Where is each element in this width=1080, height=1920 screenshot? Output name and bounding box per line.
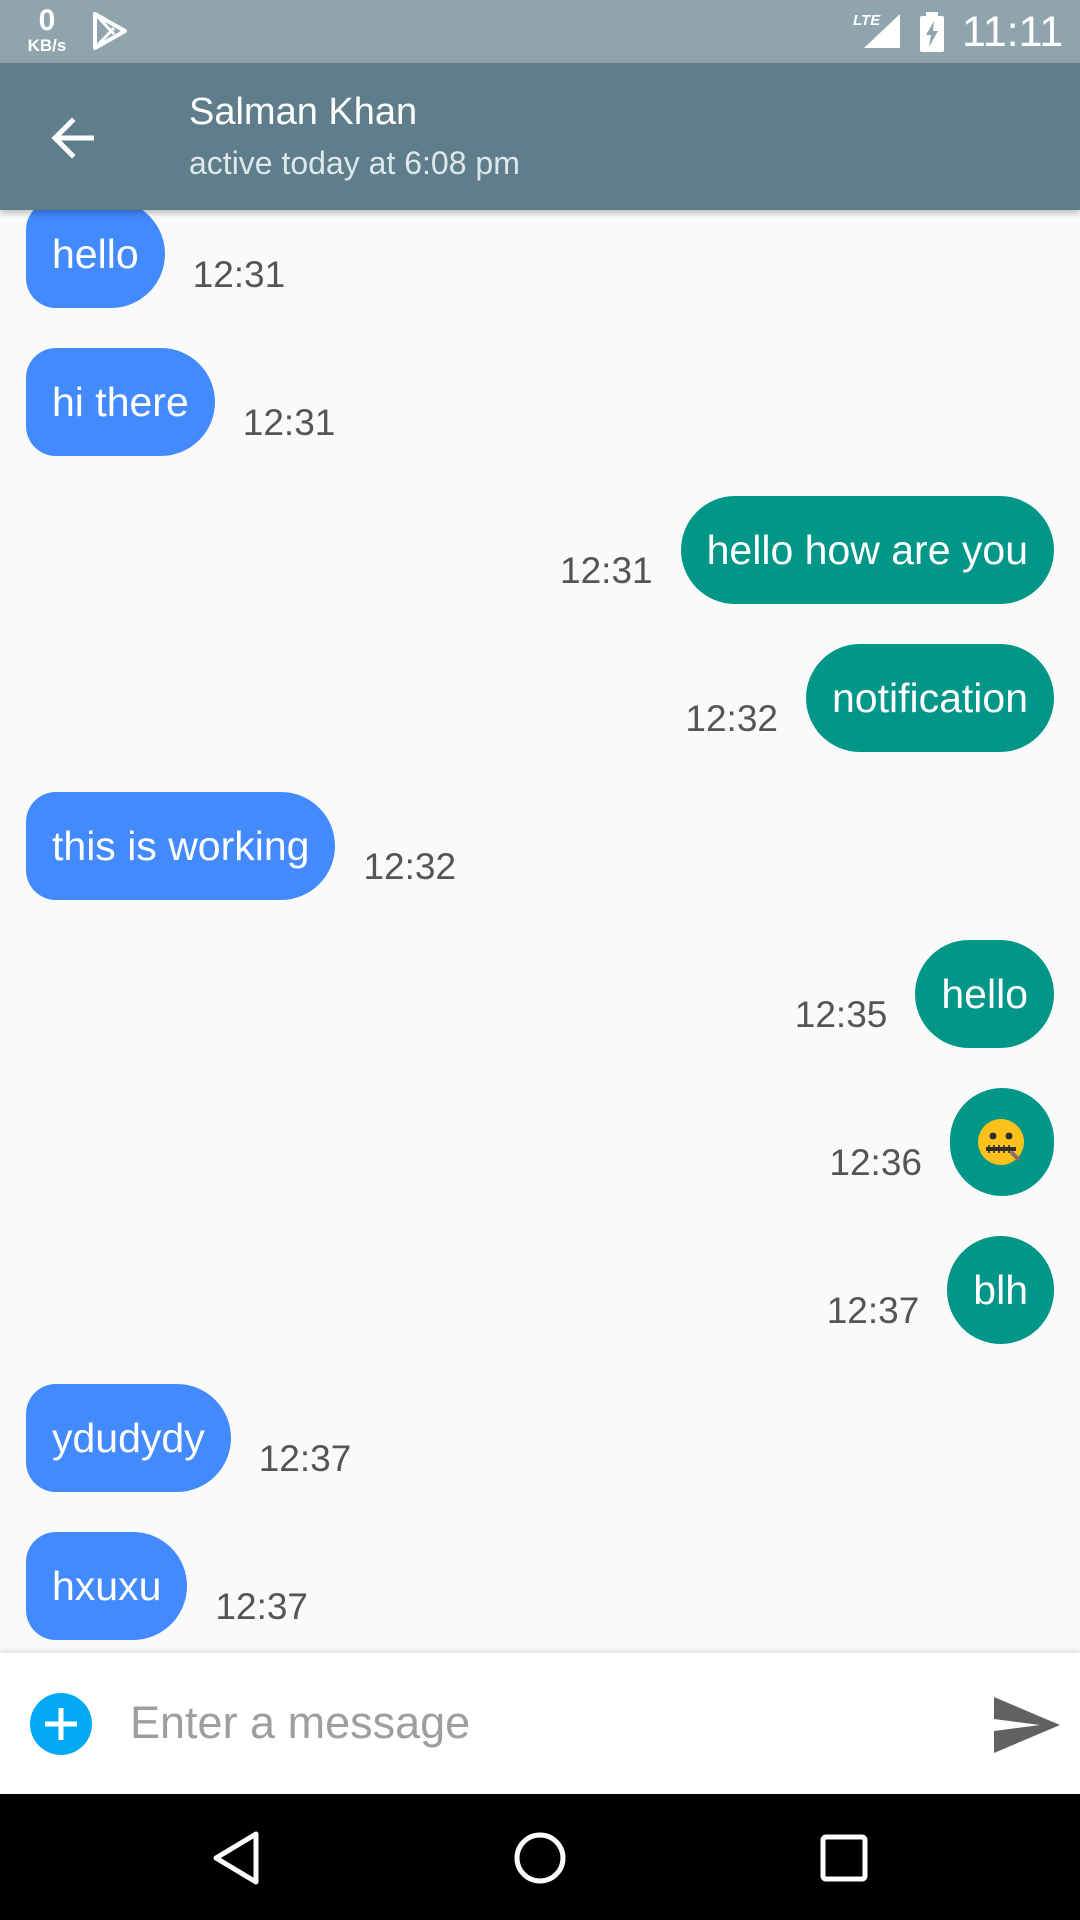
message-time: 12:31: [560, 550, 653, 591]
outgoing-message-bubble[interactable]: hello how are you: [680, 496, 1054, 604]
incoming-message-bubble[interactable]: hxuxu: [26, 1532, 188, 1640]
message-item: 12:35 hello: [0, 940, 1080, 1048]
message-item: this is working 12:32: [0, 792, 1080, 900]
send-icon: [994, 1697, 1060, 1753]
message-time: 12:36: [829, 1142, 922, 1183]
message-time: 12:37: [215, 1586, 309, 1627]
chat-screen: 0 KB/s LTE 11:11 Salman Khan active toda…: [0, 0, 1080, 1920]
nav-home-button[interactable]: [504, 1822, 576, 1894]
message-time: 12:32: [363, 846, 457, 887]
send-button[interactable]: [990, 1693, 1062, 1757]
network-speed-value: 0: [38, 4, 56, 37]
message-item: hello 12:31: [0, 210, 1080, 308]
incoming-message-bubble[interactable]: ydudydy: [26, 1384, 231, 1492]
nav-back-icon: [213, 1831, 259, 1885]
message-time: 12:31: [242, 402, 336, 443]
arrow-back-icon: [51, 117, 94, 159]
signal-icon: [864, 14, 900, 48]
add-circle-icon: [30, 1693, 92, 1755]
contact-last-seen: active today at 6:08 pm: [189, 145, 520, 181]
back-button[interactable]: [36, 101, 108, 173]
message-item: 12:32 notification: [0, 644, 1080, 752]
attach-button[interactable]: [30, 1693, 92, 1755]
message-time: 12:31: [192, 254, 286, 295]
system-navigation-bar: [0, 1794, 1080, 1920]
chat-toolbar: Salman Khan active today at 6:08 pm: [0, 63, 1080, 210]
play-store-icon: [93, 12, 127, 50]
message-time: 12:32: [685, 698, 778, 739]
status-bar: 0 KB/s LTE 11:11: [0, 0, 1080, 63]
nav-back-button[interactable]: [200, 1822, 272, 1894]
outgoing-message-bubble[interactable]: hello: [915, 940, 1054, 1048]
outgoing-message-bubble[interactable]: blh: [947, 1236, 1054, 1344]
message-item: 12:37 blh: [0, 1236, 1080, 1344]
nav-recents-icon: [820, 1834, 868, 1882]
message-time: 12:37: [258, 1438, 352, 1479]
battery-charging-icon: [920, 12, 944, 52]
message-composer: [0, 1653, 1080, 1794]
incoming-message-bubble[interactable]: hi there: [26, 348, 215, 456]
outgoing-message-bubble[interactable]: notification: [805, 644, 1054, 752]
message-time: 12:37: [826, 1290, 920, 1331]
message-list[interactable]: hello 12:31 hi there 12:31 12:31 hello h…: [0, 210, 1080, 1653]
nav-recents-button[interactable]: [808, 1822, 880, 1894]
message-item: ydudydy 12:37: [0, 1384, 1080, 1492]
status-clock: 11:11: [962, 8, 1064, 56]
outgoing-message-bubble[interactable]: [950, 1088, 1054, 1196]
message-item: hi there 12:31: [0, 348, 1080, 456]
message-input[interactable]: [130, 1683, 950, 1763]
nav-home-icon: [514, 1832, 566, 1884]
incoming-message-bubble[interactable]: hello: [26, 210, 165, 308]
message-item: 12:36: [0, 1088, 1080, 1196]
contact-name[interactable]: Salman Khan: [189, 91, 417, 134]
network-speed: 0 KB/s: [22, 4, 72, 55]
message-item: hxuxu 12:37: [0, 1532, 1080, 1640]
message-item: 12:31 hello how are you: [0, 496, 1080, 604]
network-speed-unit: KB/s: [27, 36, 67, 55]
incoming-message-bubble[interactable]: this is working: [26, 792, 336, 900]
message-time: 12:35: [794, 994, 888, 1035]
zipper-mouth-face-emoji-icon: [978, 1119, 1024, 1166]
